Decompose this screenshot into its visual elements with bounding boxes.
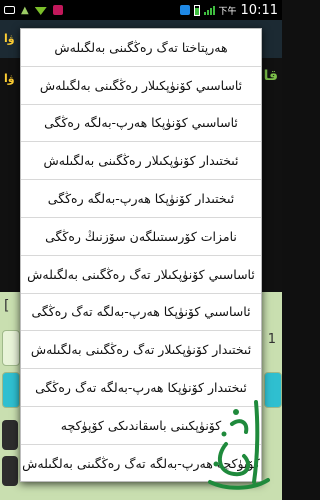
app-icon — [52, 5, 63, 15]
battery-icon — [193, 4, 200, 16]
status-bar: ▲ 下午 10:11 — [0, 0, 282, 20]
menu-item[interactable]: ئاساسىي كۆنۈپكىلار تەگ رەڭگىنى بەلگىلەش — [21, 256, 261, 294]
status-bar-right: 下午 10:11 — [179, 2, 278, 18]
home-key-icon[interactable] — [2, 420, 18, 450]
android-icon: ▲ — [21, 4, 29, 16]
menu-item[interactable]: ئىختىدار كۆنۈپكىلار رەڭگىنى بەلگىلەش — [21, 142, 261, 181]
keyboard-key[interactable] — [264, 372, 282, 408]
menu-item[interactable]: ئىختىدار كۆنۈپكىلار تەگ رەڭگىنى بەلگىلەش — [21, 331, 261, 370]
background-right-label: ﻗﺎ — [263, 68, 278, 84]
grid-icon — [179, 5, 190, 15]
keyboard-key[interactable] — [2, 330, 20, 366]
settings-key-icon[interactable] — [2, 456, 18, 486]
signal-icon — [203, 5, 215, 15]
status-time: 10:11 — [240, 2, 278, 18]
menu-item[interactable]: ئاساسىي كۆنۈپكا ھەرپ-بەلگە رەڭگى — [21, 105, 261, 143]
keyboard-bracket: [ — [4, 298, 10, 314]
wifi-icon — [34, 7, 47, 15]
keyboard-digit: 1 — [267, 332, 276, 347]
menu-item[interactable]: ئاساسىي كۆنۈپكىلار رەڭگىنى بەلگىلەش — [21, 67, 261, 105]
menu-item[interactable]: ھەرپتاختا تەگ رەڭگىنى بەلگىلەش — [21, 29, 261, 67]
menu-item[interactable]: كۆنۈپكىنى باسقاندىكى كۆپۈكچە — [21, 407, 261, 445]
background-left-label-1: ﯞﺍ — [4, 32, 15, 45]
usb-icon — [4, 6, 15, 14]
menu-item[interactable]: ئاساسىي كۆنۈپكا ھەرپ-بەلگە تەگ رەڭگى — [21, 294, 261, 332]
color-settings-menu: ھەرپتاختا تەگ رەڭگىنى بەلگىلەش ئاساسىي ك… — [20, 28, 262, 482]
status-ampm: 下午 — [218, 6, 237, 17]
background-left-label-2: ﯞﺍ — [4, 72, 15, 85]
status-bar-left: ▲ — [4, 5, 63, 16]
keyboard-key[interactable] — [2, 372, 20, 408]
menu-item[interactable]: ئىختىدار كۆنۈپكا ھەرپ-بەلگە رەڭگى — [21, 180, 261, 218]
menu-item[interactable]: نامزات كۆرسىتىلگەن سۆزنىڭ رەڭگى — [21, 218, 261, 256]
menu-item[interactable]: كۆپۈكچە ھەرپ-بەلگە تەگ رەڭگىنى بەلگىلەش — [21, 445, 261, 481]
menu-item[interactable]: ئىختىدار كۆنۈپكا ھەرپ-بەلگە تەگ رەڭگى — [21, 369, 261, 407]
